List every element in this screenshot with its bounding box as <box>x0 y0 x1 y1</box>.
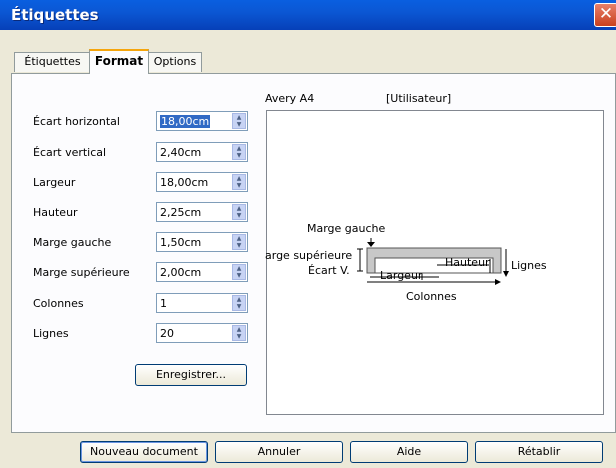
cancel-button[interactable]: Annuler <box>215 441 343 463</box>
rows-value[interactable]: 20 <box>160 327 174 340</box>
label-top-margin: Marge supérieure <box>33 266 130 279</box>
vertical-gap-spinbox[interactable]: 2,40cm ▲ ▼ <box>156 142 248 162</box>
spin-arrows-icon[interactable]: ▲ ▼ <box>232 144 246 160</box>
diagram-columns: Colonnes <box>406 290 457 303</box>
close-icon: ✕ <box>598 4 614 24</box>
spin-arrows-icon[interactable]: ▲ ▼ <box>232 264 246 280</box>
new-document-button[interactable]: Nouveau document <box>80 441 208 463</box>
left-margin-spinbox[interactable]: 1,50cm ▲ ▼ <box>156 232 248 252</box>
label-vertical-gap: Écart vertical <box>33 146 107 159</box>
diagram-gap-v: Écart V. <box>308 264 350 277</box>
help-button[interactable]: Aide <box>350 441 468 463</box>
label-horizontal-gap: Écart horizontal <box>33 115 120 128</box>
tab-etiquettes[interactable]: Étiquettes <box>14 52 91 72</box>
preview-brand: Avery A4 <box>265 92 315 105</box>
label-height: Hauteur <box>33 206 78 219</box>
width-value[interactable]: 18,00cm <box>160 176 208 189</box>
label-columns: Colonnes <box>33 297 84 310</box>
window-title: Étiquettes <box>11 6 99 24</box>
tab-format[interactable]: Format <box>89 49 149 74</box>
label-preview: Marge gauche arge supérieure Écart V. Ha… <box>265 110 604 415</box>
label-rows: Lignes <box>33 327 69 340</box>
preview-type: [Utilisateur] <box>386 92 452 105</box>
spin-arrows-icon[interactable]: ▲ ▼ <box>232 174 246 190</box>
title-bar: Étiquettes ✕ <box>0 0 616 30</box>
vertical-gap-value[interactable]: 2,40cm <box>160 146 201 159</box>
save-button[interactable]: Enregistrer... <box>135 364 247 386</box>
spin-arrows-icon[interactable]: ▲ ▼ <box>232 295 246 311</box>
tab-options[interactable]: Options <box>148 52 202 72</box>
margin-left-arrowhead <box>367 242 375 247</box>
columns-value[interactable]: 1 <box>160 297 167 310</box>
label-left-margin: Marge gauche <box>33 236 112 249</box>
spin-arrows-icon[interactable]: ▲ ▼ <box>232 113 246 129</box>
label-width: Largeur <box>33 176 76 189</box>
height-value[interactable]: 2,25cm <box>160 206 201 219</box>
spin-arrows-icon[interactable]: ▲ ▼ <box>232 204 246 220</box>
spin-arrows-icon[interactable]: ▲ ▼ <box>232 325 246 341</box>
spin-arrows-icon[interactable]: ▲ ▼ <box>232 234 246 250</box>
top-margin-spinbox[interactable]: 2,00cm ▲ ▼ <box>156 262 248 282</box>
diagram-rows: Lignes <box>511 259 547 272</box>
height-spinbox[interactable]: 2,25cm ▲ ▼ <box>156 202 248 222</box>
rows-spinbox[interactable]: 20 ▲ ▼ <box>156 323 248 343</box>
horizontal-gap-value[interactable]: 18,00cm <box>160 115 211 128</box>
top-margin-value[interactable]: 2,00cm <box>160 266 201 279</box>
reset-button[interactable]: Rétablir <box>475 441 603 463</box>
diagram-margin-left: Marge gauche <box>307 222 386 235</box>
diagram-width: Largeur <box>380 269 423 282</box>
columns-spinbox[interactable]: 1 ▲ ▼ <box>156 293 248 313</box>
diagram-margin-top: arge supérieure <box>265 249 353 262</box>
left-margin-value[interactable]: 1,50cm <box>160 236 201 249</box>
horizontal-gap-spinbox[interactable]: 18,00cm ▲ ▼ <box>156 111 248 131</box>
close-button[interactable]: ✕ <box>594 3 616 27</box>
width-spinbox[interactable]: 18,00cm ▲ ▼ <box>156 172 248 192</box>
diagram-height: Hauteur <box>445 256 490 269</box>
